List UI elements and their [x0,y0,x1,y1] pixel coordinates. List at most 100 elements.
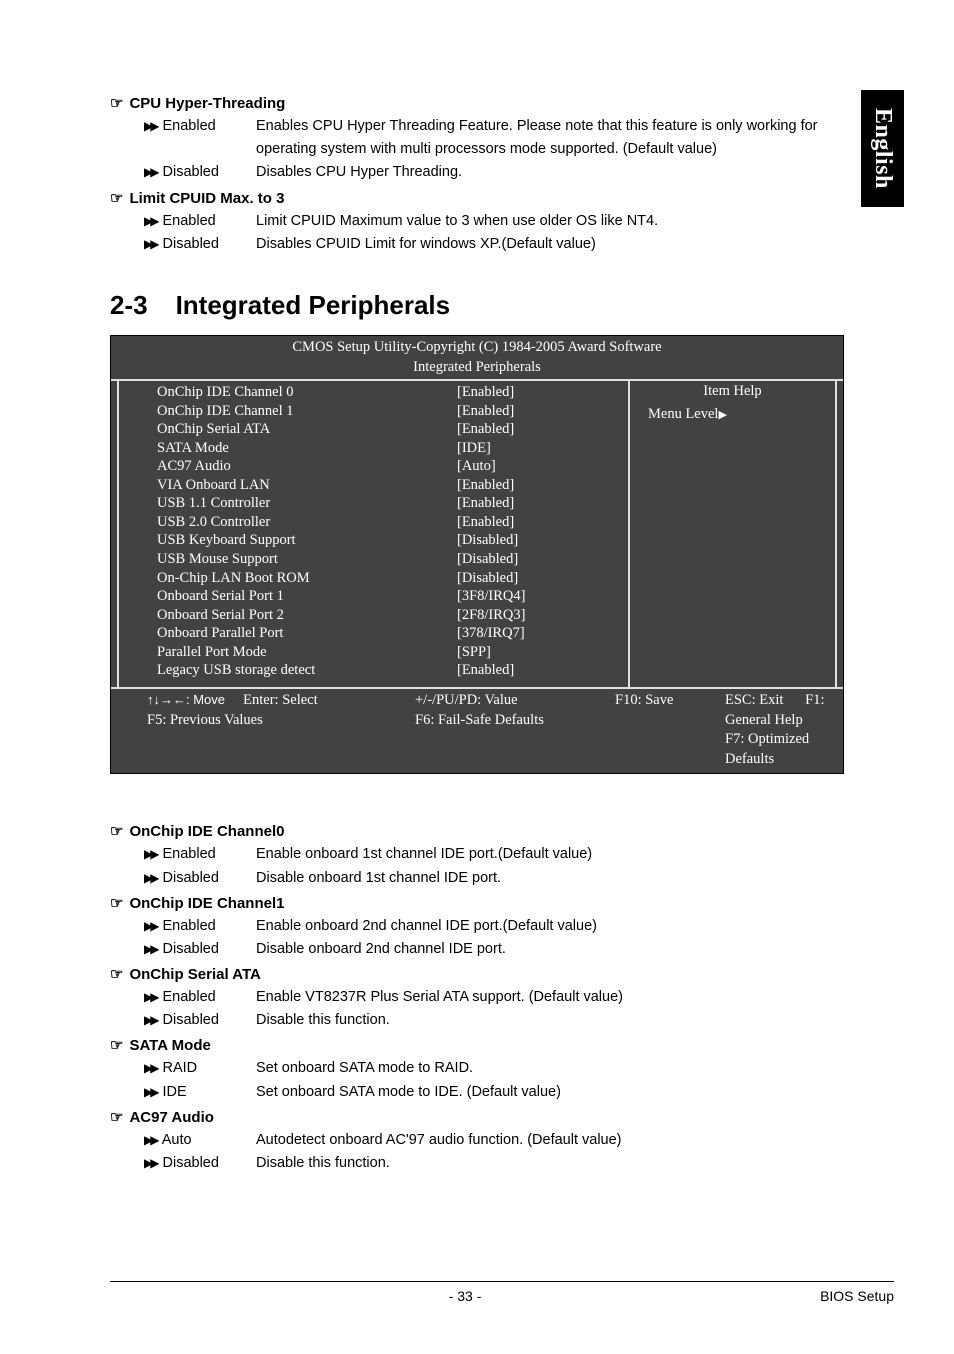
bios-setting-value[interactable]: [Disabled] [457,550,622,569]
option-row: ▶▶ Disabled Disable onboard 1st channel … [144,867,844,890]
bios-setting-row[interactable]: Onboard Serial Port 1[3F8/IRQ4] [119,587,628,606]
bios-setting-name: OnChip IDE Channel 0 [125,383,457,402]
option-desc: Limit CPUID Maximum value to 3 when use … [256,210,844,233]
heading-cpu-ht: ☞CPU Hyper-Threading [110,94,844,113]
option-row: ▶▶ Disabled Disable onboard 2nd channel … [144,938,844,961]
option-row: ▶▶ Enabled Enables CPU Hyper Threading F… [144,115,844,161]
option-desc: Disables CPUID Limit for windows XP.(Def… [256,233,844,256]
sigma-icon: ☞ [110,1038,123,1054]
bios-footer: ↑↓→←: Move Enter: Select F5: Previous Va… [111,689,843,773]
bios-setting-row[interactable]: USB 1.1 Controller[Enabled] [119,494,628,513]
bios-setting-name: SATA Mode [125,439,457,458]
option-row: ▶▶ Disabled Disable this function. [144,1152,844,1175]
bios-setting-name: OnChip Serial ATA [125,420,457,439]
option-desc: Disables CPU Hyper Threading. [256,161,844,184]
bios-setting-value[interactable]: [Disabled] [457,531,622,550]
footer-divider [110,1281,894,1282]
dbl-arrow-icon: ▶▶ [144,919,156,933]
heading-integrated-peripherals: 2-3Integrated Peripherals [110,290,844,321]
bios-help-panel: Item Help Menu Level▶ [630,381,837,687]
dbl-arrow-icon: ▶▶ [144,847,156,861]
option-row: ▶▶ Enabled Enable onboard 2nd channel ID… [144,915,844,938]
footer-section: BIOS Setup [820,1288,894,1304]
dbl-arrow-icon: ▶▶ [144,1013,156,1027]
bios-setting-row[interactable]: VIA Onboard LAN[Enabled] [119,476,628,495]
bios-setting-value[interactable]: [Enabled] [457,383,622,402]
page-footer: - 33 - BIOS Setup [110,1288,894,1304]
bios-setting-row[interactable]: AC97 Audio[Auto] [119,457,628,476]
dbl-arrow-icon: ▶▶ [144,1061,156,1075]
bios-setting-name: Onboard Serial Port 2 [125,606,457,625]
triangle-icon: ▶ [718,409,726,421]
bios-header: CMOS Setup Utility-Copyright (C) 1984-20… [111,336,843,379]
sigma-icon: ☞ [110,824,123,840]
option-row: ▶▶ Disabled Disable this function. [144,1009,844,1032]
bios-setting-value[interactable]: [Enabled] [457,402,622,421]
bios-setting-value[interactable]: [Enabled] [457,494,622,513]
bios-setting-name: Onboard Serial Port 1 [125,587,457,606]
bios-setting-row[interactable]: USB Mouse Support[Disabled] [119,550,628,569]
bios-setting-name: AC97 Audio [125,457,457,476]
bios-setting-row[interactable]: Onboard Serial Port 2[2F8/IRQ3] [119,606,628,625]
bios-setting-name: USB Mouse Support [125,550,457,569]
bios-setting-row[interactable]: USB 2.0 Controller[Enabled] [119,513,628,532]
bios-setting-value[interactable]: [Auto] [457,457,622,476]
bios-setting-value[interactable]: [Enabled] [457,420,622,439]
bios-setting-name: USB 1.1 Controller [125,494,457,513]
option-row: ▶▶ Enabled Enable VT8237R Plus Serial AT… [144,986,844,1009]
bios-setting-value[interactable]: [Enabled] [457,661,622,680]
bios-setting-name: VIA Onboard LAN [125,476,457,495]
option-desc: Enables CPU Hyper Threading Feature. Ple… [256,115,844,161]
heading-limit-cpuid: ☞Limit CPUID Max. to 3 [110,189,844,208]
dbl-arrow-icon: ▶▶ [144,990,156,1004]
bios-setting-name: Onboard Parallel Port [125,624,457,643]
bios-setting-row[interactable]: On-Chip LAN Boot ROM[Disabled] [119,569,628,588]
heading-sata-mode: ☞SATA Mode [110,1036,844,1055]
bios-setting-row[interactable]: OnChip IDE Channel 1[Enabled] [119,402,628,421]
bios-setting-row[interactable]: OnChip Serial ATA[Enabled] [119,420,628,439]
sigma-icon: ☞ [110,1110,123,1126]
option-row: ▶▶ Enabled Limit CPUID Maximum value to … [144,210,844,233]
bios-setting-value[interactable]: [3F8/IRQ4] [457,587,622,606]
language-tab: English [861,90,904,207]
option-row: ▶▶ Enabled Enable onboard 1st channel ID… [144,843,844,866]
bios-setting-value[interactable]: [378/IRQ7] [457,624,622,643]
sigma-icon: ☞ [110,967,123,983]
bios-setting-name: USB Keyboard Support [125,531,457,550]
dbl-arrow-icon: ▶▶ [144,1085,156,1099]
option-row: ▶▶ Disabled Disables CPUID Limit for win… [144,233,844,256]
heading-sata: ☞OnChip Serial ATA [110,965,844,984]
bios-setting-value[interactable]: [Enabled] [457,513,622,532]
bios-setting-row[interactable]: OnChip IDE Channel 0[Enabled] [119,383,628,402]
bios-screen: CMOS Setup Utility-Copyright (C) 1984-20… [110,335,844,774]
bios-setting-name: Legacy USB storage detect [125,661,457,680]
dbl-arrow-icon: ▶▶ [144,237,156,251]
bios-setting-row[interactable]: Onboard Parallel Port[378/IRQ7] [119,624,628,643]
bios-setting-value[interactable]: [IDE] [457,439,622,458]
bios-setting-row[interactable]: Parallel Port Mode[SPP] [119,643,628,662]
dbl-arrow-icon: ▶▶ [144,1133,156,1147]
sigma-icon: ☞ [110,896,123,912]
bios-setting-name: On-Chip LAN Boot ROM [125,569,457,588]
bios-setting-value[interactable]: [Disabled] [457,569,622,588]
dbl-arrow-icon: ▶▶ [144,942,156,956]
bios-setting-value[interactable]: [SPP] [457,643,622,662]
bios-setting-name: USB 2.0 Controller [125,513,457,532]
bios-setting-row[interactable]: USB Keyboard Support[Disabled] [119,531,628,550]
bios-setting-name: Parallel Port Mode [125,643,457,662]
bios-setting-row[interactable]: Legacy USB storage detect[Enabled] [119,661,628,680]
option-row: ▶▶ IDE Set onboard SATA mode to IDE. (De… [144,1081,844,1104]
bios-settings-table[interactable]: OnChip IDE Channel 0[Enabled]OnChip IDE … [117,381,630,687]
dbl-arrow-icon: ▶▶ [144,165,156,179]
heading-ide1: ☞OnChip IDE Channel1 [110,894,844,913]
heading-ac97: ☞AC97 Audio [110,1108,844,1127]
option-row: ▶▶ Auto Autodetect onboard AC'97 audio f… [144,1129,844,1152]
dbl-arrow-icon: ▶▶ [144,1156,156,1170]
bios-setting-value[interactable]: [2F8/IRQ3] [457,606,622,625]
page-number: - 33 - [110,1288,820,1304]
dbl-arrow-icon: ▶▶ [144,119,156,133]
sigma-icon: ☞ [110,191,123,207]
bios-setting-value[interactable]: [Enabled] [457,476,622,495]
heading-ide0: ☞OnChip IDE Channel0 [110,822,844,841]
bios-setting-row[interactable]: SATA Mode[IDE] [119,439,628,458]
